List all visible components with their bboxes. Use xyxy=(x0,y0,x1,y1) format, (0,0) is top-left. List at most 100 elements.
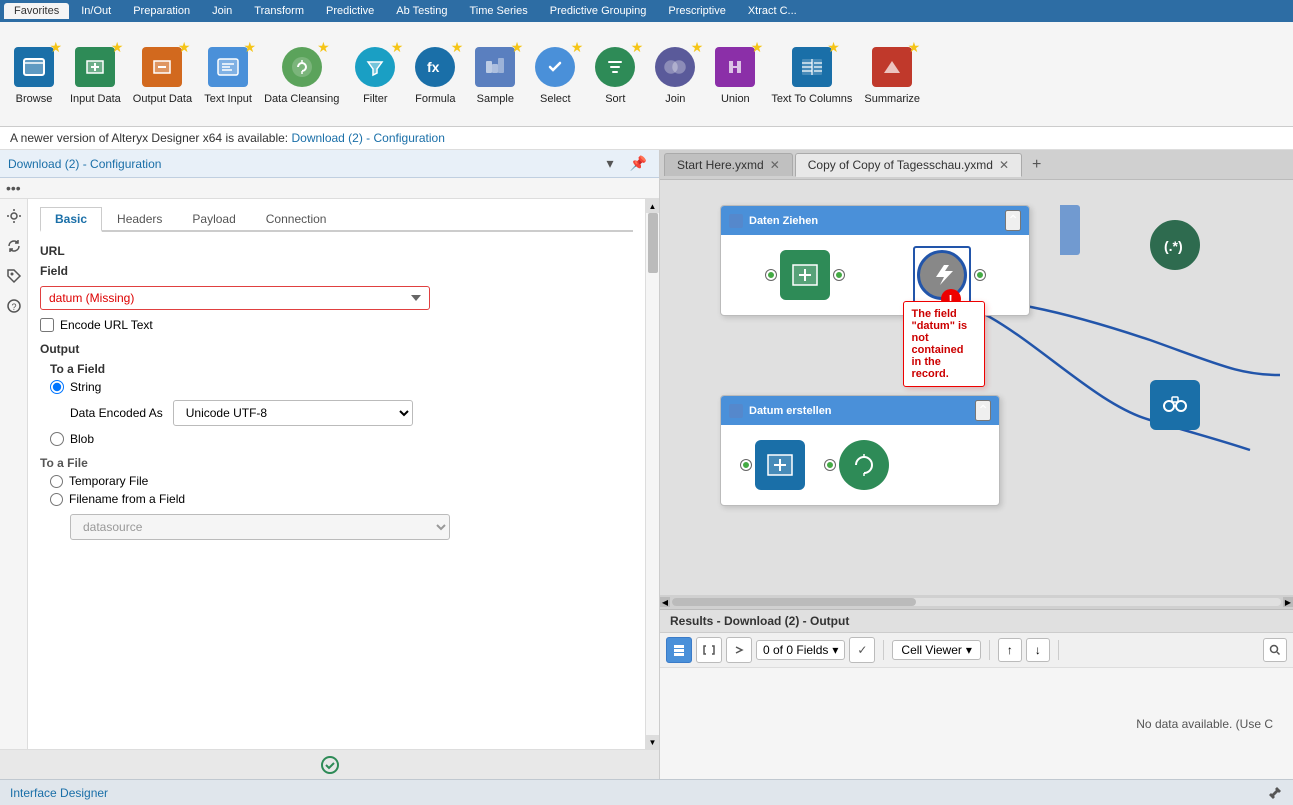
canvas-hscrollbar[interactable]: ◀ ▶ xyxy=(660,595,1293,609)
nav-tab-transform[interactable]: Transform xyxy=(244,3,314,19)
output-label: Output xyxy=(40,342,633,356)
input-conn-dot xyxy=(766,270,776,280)
fields-dropdown-arrow: ▾ xyxy=(832,643,838,657)
left-tool-refresh[interactable] xyxy=(3,235,25,257)
notification-bar: A newer version of Alteryx Designer x64 … xyxy=(0,127,1293,150)
toolbar-texttocolumns[interactable]: ★ Text To Columns xyxy=(765,37,858,110)
hscroll-right-btn[interactable]: ▶ xyxy=(1283,597,1293,607)
results-icon-bracket[interactable] xyxy=(696,637,722,663)
nav-tab-favorites[interactable]: Favorites xyxy=(4,3,69,19)
nav-tab-prescriptive[interactable]: Prescriptive xyxy=(658,3,735,19)
datum-input-icon[interactable] xyxy=(755,440,805,490)
config-tab-payload[interactable]: Payload xyxy=(177,207,250,232)
left-tool-tag[interactable] xyxy=(3,265,25,287)
datum-erstellen-expand-btn[interactable]: ⌃ xyxy=(975,400,991,421)
sort-label: Sort xyxy=(605,93,625,106)
canvas-tab-start-here[interactable]: Start Here.yxmd ✕ xyxy=(664,153,793,176)
config-tab-basic[interactable]: Basic xyxy=(40,207,102,232)
temp-file-radio[interactable] xyxy=(50,475,63,488)
fields-dropdown[interactable]: 0 of 0 Fields ▾ xyxy=(756,640,845,660)
fields-check-btn[interactable]: ✓ xyxy=(849,637,875,663)
scroll-thumb xyxy=(648,213,658,273)
browse-label: Browse xyxy=(16,93,53,106)
bottom-right-area xyxy=(1267,785,1283,801)
results-search-btn[interactable] xyxy=(1263,638,1287,662)
data-encoded-dropdown[interactable]: Unicode UTF-8 xyxy=(173,400,413,426)
encode-url-checkbox[interactable] xyxy=(40,318,54,332)
toolbar-join[interactable]: ★ Join xyxy=(645,37,705,110)
toolbar-browse[interactable]: ★ Browse xyxy=(4,37,64,110)
hscroll-left-btn[interactable]: ◀ xyxy=(660,597,670,607)
notification-link[interactable]: Download (2) - Configuration xyxy=(291,131,444,145)
left-tool-settings[interactable] xyxy=(3,205,25,227)
interface-designer-link[interactable]: Interface Designer xyxy=(10,786,108,800)
datacleansing-star: ★ xyxy=(317,39,330,56)
toolbar-inputdata[interactable]: ★ Input Data xyxy=(64,37,127,110)
canvas-tab-start-here-close[interactable]: ✕ xyxy=(770,158,780,172)
datum-green-icon[interactable] xyxy=(839,440,889,490)
nav-tab-preparation[interactable]: Preparation xyxy=(123,3,200,19)
nav-tab-xtract[interactable]: Xtract C... xyxy=(738,3,807,19)
results-nav-up[interactable]: ↑ xyxy=(998,638,1022,662)
blob-radio[interactable] xyxy=(50,432,64,446)
toolbar-filter[interactable]: ★ Filter xyxy=(345,37,405,110)
config-scrollbar[interactable]: ▲ ▼ xyxy=(645,199,659,749)
cell-viewer-dropdown[interactable]: Cell Viewer ▾ xyxy=(892,640,981,660)
config-collapse-btn[interactable]: ▾ xyxy=(603,154,618,173)
data-encoded-label: Data Encoded As xyxy=(70,406,163,420)
nav-tab-join[interactable]: Join xyxy=(202,3,242,19)
filename-field-label: Filename from a Field xyxy=(69,492,185,506)
nav-tab-abtesting[interactable]: Ab Testing xyxy=(386,3,457,19)
toolbar-datacleansing[interactable]: ★ Data Cleansing xyxy=(258,37,345,110)
input-data-node-icon[interactable] xyxy=(780,250,830,300)
nav-tab-timeseries[interactable]: Time Series xyxy=(459,3,537,19)
regex-node-icon[interactable]: (.*) xyxy=(1150,220,1200,270)
nav-tab-inout[interactable]: In/Out xyxy=(71,3,121,19)
toolbar-textinput[interactable]: ★ Text Input xyxy=(198,37,258,110)
field-dropdown[interactable]: datum (Missing) xyxy=(40,286,430,310)
config-tab-connection[interactable]: Connection xyxy=(251,207,342,232)
binoculars-node-icon[interactable] xyxy=(1150,380,1200,430)
string-radio[interactable] xyxy=(50,380,64,394)
toolbar-formula[interactable]: fx ★ Formula xyxy=(405,37,465,110)
config-pin-btn[interactable]: 📌 xyxy=(626,154,651,173)
nav-tab-predictivegrouping[interactable]: Predictive Grouping xyxy=(540,3,657,19)
datum-green-group xyxy=(825,440,889,490)
browse-star: ★ xyxy=(49,39,62,56)
hscroll-track xyxy=(672,598,1281,606)
canvas-tab-add-btn[interactable]: + xyxy=(1024,154,1049,176)
datasource-dropdown[interactable]: datasource xyxy=(70,514,450,540)
filter-label: Filter xyxy=(363,93,387,106)
canvas-tab-tagesschau-close[interactable]: ✕ xyxy=(999,158,1009,172)
filename-field-radio[interactable] xyxy=(50,493,63,506)
results-sep-2 xyxy=(989,640,990,660)
config-tab-headers[interactable]: Headers xyxy=(102,207,177,232)
toolbar-union[interactable]: ★ Union xyxy=(705,37,765,110)
config-menu-dots[interactable]: ••• xyxy=(6,180,21,196)
toolbar-sample[interactable]: ★ Sample xyxy=(465,37,525,110)
texttocolumns-star: ★ xyxy=(827,39,840,56)
toolbar-summarize[interactable]: ★ Summarize xyxy=(858,37,926,110)
lightning-node-group: ! The field "datum" is not contained in … xyxy=(913,246,985,304)
toolbar-sort[interactable]: ★ Sort xyxy=(585,37,645,110)
blob-radio-option: Blob xyxy=(50,432,633,446)
results-toolbar: 0 of 0 Fields ▾ ✓ Cell Viewer ▾ ↑ ↓ xyxy=(660,633,1293,668)
results-icon-arrow[interactable] xyxy=(726,637,752,663)
nav-tab-predictive[interactable]: Predictive xyxy=(316,3,384,19)
canvas-area[interactable]: Daten Ziehen ⌃ xyxy=(660,180,1293,609)
scroll-down-btn[interactable]: ▼ xyxy=(646,735,660,749)
canvas-tab-tagesschau[interactable]: Copy of Copy of Tagesschau.yxmd ✕ xyxy=(795,153,1022,177)
toolbar-select[interactable]: ★ Select xyxy=(525,37,585,110)
toolbar-outputdata[interactable]: ★ Output Data xyxy=(127,37,198,110)
url-label: URL xyxy=(40,244,100,258)
blob-label: Blob xyxy=(70,432,94,446)
daten-ziehen-expand-btn[interactable]: ⌃ xyxy=(1005,210,1021,231)
canvas-tabs: Start Here.yxmd ✕ Copy of Copy of Tagess… xyxy=(660,150,1293,180)
datum-erstellen-header: Datum erstellen ⌃ xyxy=(721,396,999,425)
scroll-up-btn[interactable]: ▲ xyxy=(646,199,660,213)
left-tool-help[interactable]: ? xyxy=(3,295,25,317)
results-icon-stacked[interactable] xyxy=(666,637,692,663)
config-title: Download (2) - Configuration xyxy=(8,157,161,171)
results-nav-down[interactable]: ↓ xyxy=(1026,638,1050,662)
field-row: Field xyxy=(40,264,633,278)
